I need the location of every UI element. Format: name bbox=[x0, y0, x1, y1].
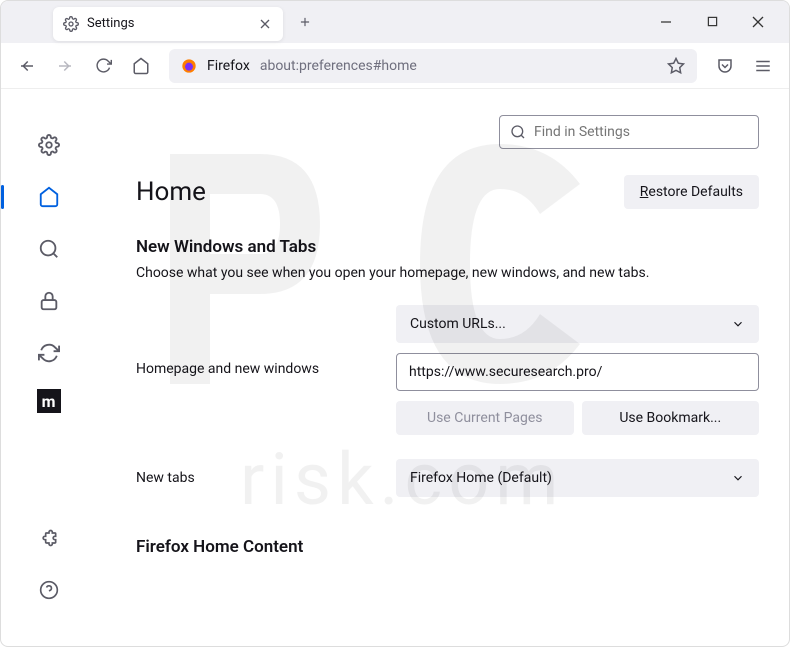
use-current-pages-button[interactable]: Use Current Pages bbox=[396, 401, 574, 435]
toolbar: Firefox about:preferences#home bbox=[1, 43, 789, 89]
back-button[interactable] bbox=[11, 50, 43, 82]
sidebar-extensions[interactable] bbox=[33, 522, 65, 554]
arrow-left-icon bbox=[18, 57, 36, 75]
star-icon[interactable] bbox=[667, 57, 685, 75]
help-icon bbox=[39, 580, 59, 600]
reload-icon bbox=[95, 57, 112, 74]
main-panel: Home Restore Defaults New Windows and Ta… bbox=[96, 89, 789, 646]
section-fhc-title: Firefox Home Content bbox=[136, 537, 759, 557]
homepage-select-value: Custom URLs... bbox=[410, 316, 506, 332]
gear-icon bbox=[63, 16, 79, 32]
find-in-settings[interactable] bbox=[499, 115, 759, 149]
close-icon[interactable] bbox=[257, 16, 273, 32]
firefox-logo-icon bbox=[181, 58, 197, 74]
page-title: Home bbox=[136, 177, 206, 207]
homepage-url-input[interactable] bbox=[396, 353, 759, 391]
content-area: m Home Restore Defaults New Windows and … bbox=[1, 89, 789, 646]
sidebar-help[interactable] bbox=[33, 574, 65, 606]
reload-button[interactable] bbox=[87, 50, 119, 82]
firefox-window: risk.com Settings Firefox about:preferen… bbox=[0, 0, 790, 647]
home-icon bbox=[132, 57, 150, 75]
pocket-icon bbox=[716, 57, 734, 75]
section-nwt-desc: Choose what you see when you open your h… bbox=[136, 265, 759, 281]
plus-icon bbox=[298, 15, 312, 29]
chevron-down-icon bbox=[731, 317, 745, 331]
lock-icon bbox=[38, 290, 60, 312]
section-nwt-title: New Windows and Tabs bbox=[136, 237, 759, 257]
forward-button[interactable] bbox=[49, 50, 81, 82]
window-controls bbox=[643, 1, 781, 43]
sidebar-more[interactable]: m bbox=[37, 389, 61, 413]
gear-icon bbox=[38, 134, 60, 156]
sidebar: m bbox=[1, 89, 96, 646]
tab-bar: Settings bbox=[1, 1, 789, 43]
hamburger-icon bbox=[754, 57, 772, 75]
sidebar-search[interactable] bbox=[33, 233, 65, 265]
urlbar-path: about:preferences#home bbox=[260, 58, 417, 74]
chevron-down-icon bbox=[731, 471, 745, 485]
minimize-button[interactable] bbox=[643, 1, 689, 43]
maximize-icon bbox=[707, 16, 718, 27]
sidebar-sync[interactable] bbox=[33, 337, 65, 369]
home-icon bbox=[38, 186, 60, 208]
puzzle-icon bbox=[39, 528, 59, 548]
new-tab-button[interactable] bbox=[289, 6, 321, 38]
sync-icon bbox=[38, 342, 60, 364]
use-bookmark-button[interactable]: Use Bookmark... bbox=[582, 401, 760, 435]
maximize-button[interactable] bbox=[689, 1, 735, 43]
menu-button[interactable] bbox=[747, 50, 779, 82]
homepage-select[interactable]: Custom URLs... bbox=[396, 305, 759, 343]
newtabs-select[interactable]: Firefox Home (Default) bbox=[396, 459, 759, 497]
sidebar-privacy[interactable] bbox=[33, 285, 65, 317]
minimize-icon bbox=[660, 16, 672, 28]
arrow-right-icon bbox=[56, 57, 74, 75]
close-icon bbox=[752, 16, 764, 28]
homepage-label: Homepage and new windows bbox=[136, 305, 396, 377]
home-button[interactable] bbox=[125, 50, 157, 82]
find-in-settings-input[interactable] bbox=[534, 124, 748, 140]
sidebar-home[interactable] bbox=[33, 181, 65, 213]
tab-title: Settings bbox=[87, 16, 249, 31]
sidebar-general[interactable] bbox=[33, 129, 65, 161]
browser-tab[interactable]: Settings bbox=[53, 7, 283, 41]
close-window-button[interactable] bbox=[735, 1, 781, 43]
newtabs-label: New tabs bbox=[136, 470, 396, 486]
search-icon bbox=[510, 124, 526, 140]
url-bar[interactable]: Firefox about:preferences#home bbox=[169, 49, 697, 83]
newtabs-select-value: Firefox Home (Default) bbox=[410, 470, 552, 486]
restore-defaults-button[interactable]: Restore Defaults bbox=[624, 175, 759, 209]
pocket-button[interactable] bbox=[709, 50, 741, 82]
search-icon bbox=[38, 238, 60, 260]
urlbar-prefix: Firefox bbox=[207, 58, 250, 74]
